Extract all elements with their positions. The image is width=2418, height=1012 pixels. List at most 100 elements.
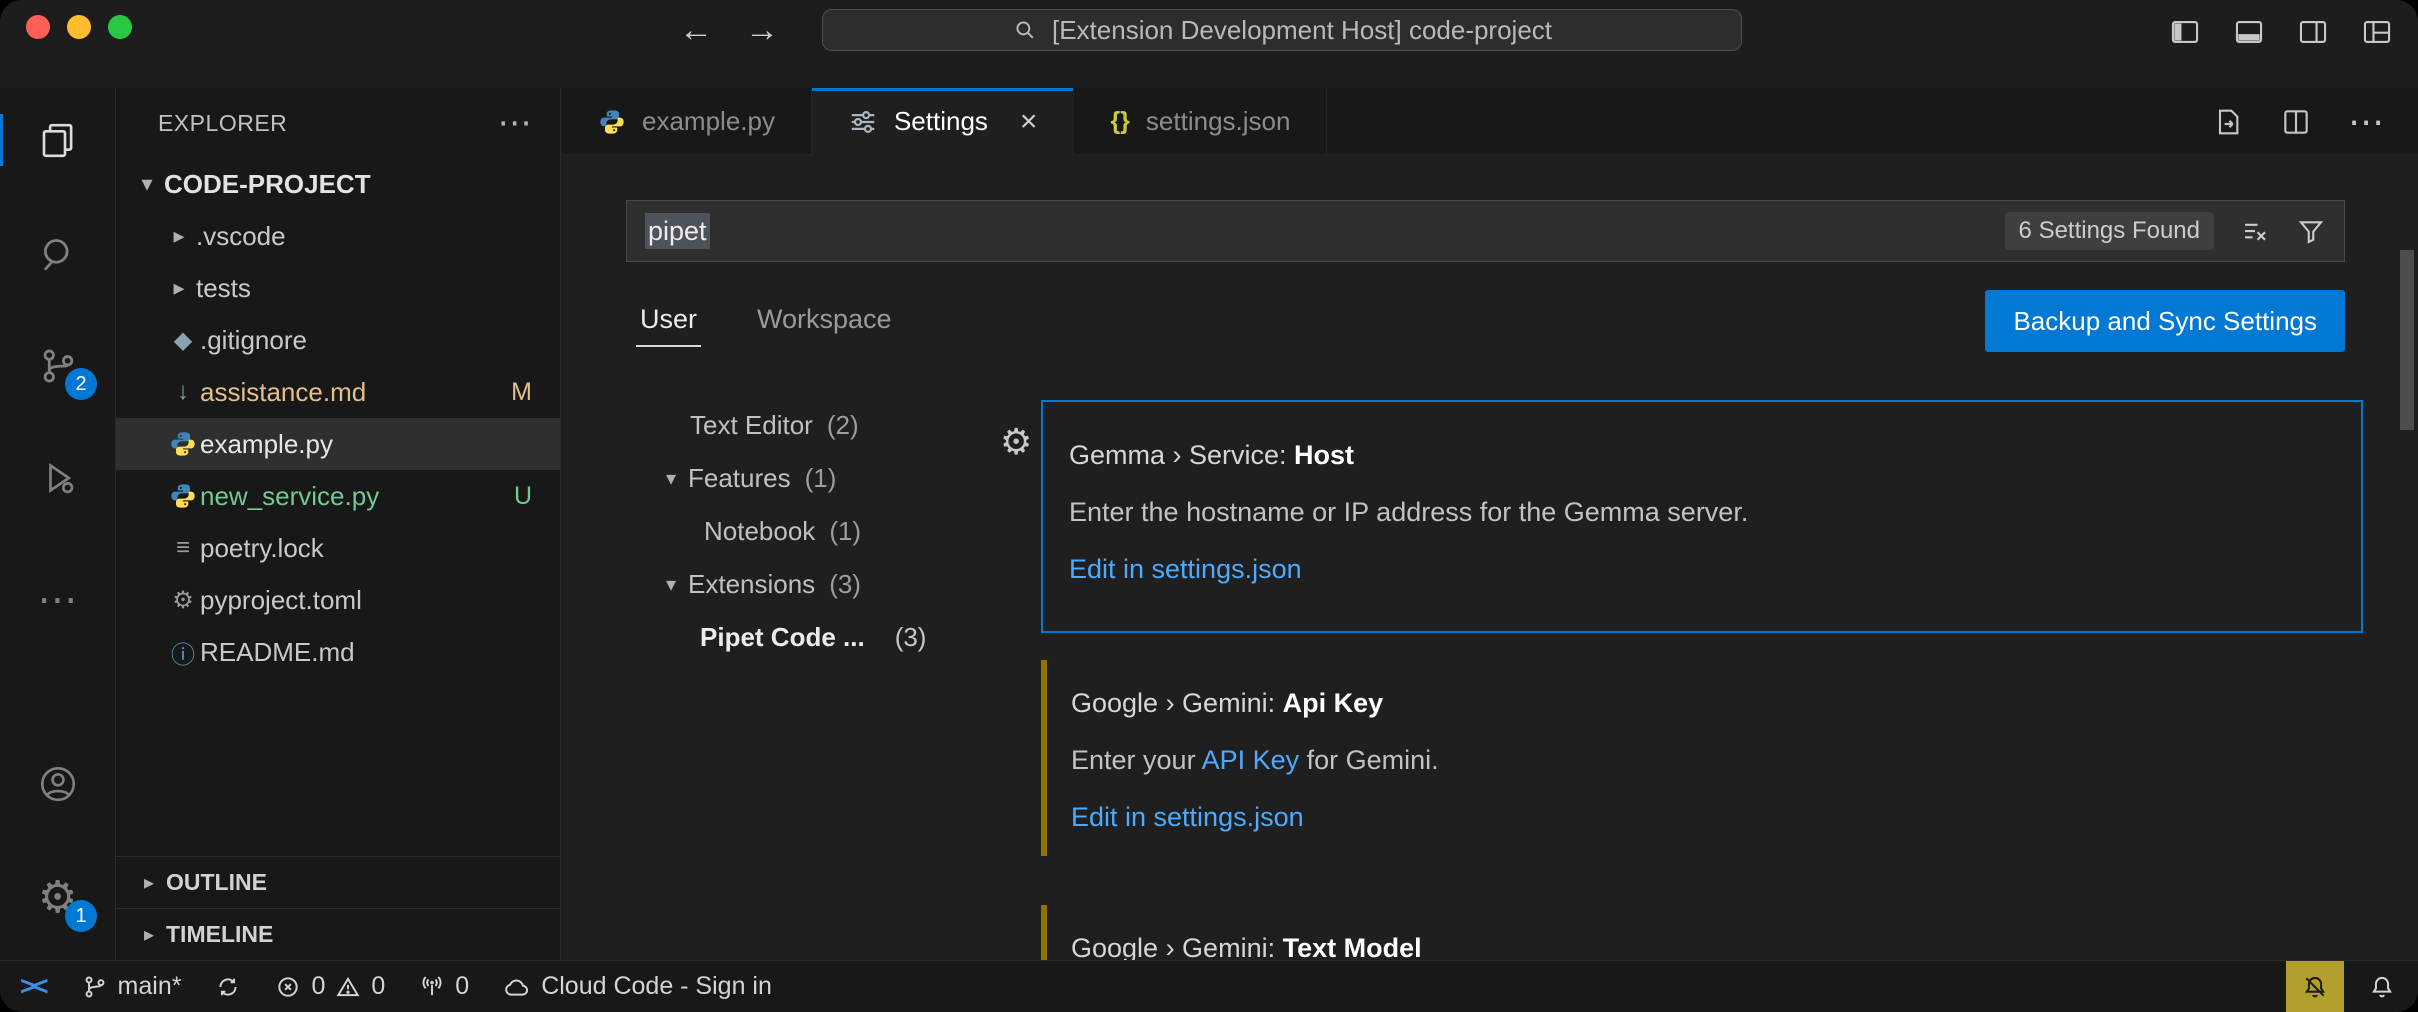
toc-extensions[interactable]: ▾ Extensions (3) xyxy=(626,558,1006,611)
toggle-panel-icon[interactable] xyxy=(2232,15,2266,49)
branch-status-item[interactable]: main* xyxy=(82,972,182,1001)
window-controls xyxy=(26,15,132,39)
ports-status-item[interactable]: 0 xyxy=(419,972,469,1001)
more-actions-icon[interactable]: ⋯ xyxy=(2348,101,2384,143)
forward-button[interactable]: → xyxy=(742,8,782,52)
maximize-window-button[interactable] xyxy=(108,15,132,39)
tree-item-new-service-py[interactable]: new_service.py U xyxy=(116,470,560,522)
customize-layout-icon[interactable] xyxy=(2360,15,2394,49)
chevron-down-icon: ▾ xyxy=(654,572,688,597)
sync-icon xyxy=(215,974,241,1000)
problems-status-item[interactable]: 0 0 xyxy=(275,972,385,1001)
explorer-sidebar: EXPLORER ⋯ ▾ CODE-PROJECT ▸ .vscode ▸ te… xyxy=(116,88,561,960)
tab-settings-json[interactable]: {} settings.json xyxy=(1074,88,1327,155)
tab-settings[interactable]: Settings × xyxy=(812,88,1074,155)
branch-label: main* xyxy=(118,972,182,1001)
open-settings-json-icon[interactable] xyxy=(2212,106,2244,138)
tree-root-code-project[interactable]: ▾ CODE-PROJECT xyxy=(116,158,560,210)
status-bar: >< main* 0 0 0 Cloud Code - Sign in xyxy=(0,960,2418,1012)
split-editor-icon[interactable] xyxy=(2280,106,2312,138)
activity-settings-button[interactable]: ⚙ 1 xyxy=(0,848,115,948)
activity-explorer-button[interactable] xyxy=(0,90,115,190)
editor-group: example.py Settings × {} settings.json ⋯ xyxy=(562,88,2418,960)
explorer-actions-icon[interactable]: ⋯ xyxy=(498,103,533,143)
sidebar-sections: ▸ OUTLINE ▸ TIMELINE xyxy=(116,856,560,960)
tree-item-tests[interactable]: ▸ tests xyxy=(116,262,560,314)
results-count-badge: 6 Settings Found xyxy=(2005,212,2214,250)
tree-item-gitignore[interactable]: ◆ .gitignore xyxy=(116,314,560,366)
bell-slash-icon xyxy=(2301,973,2329,1001)
setting-google-gemini-api-key[interactable]: Google › Gemini: Api Key Enter your API … xyxy=(1041,660,2363,856)
errors-count: 0 xyxy=(311,972,325,1001)
remote-indicator[interactable]: >< xyxy=(14,971,46,1002)
toc-count: (3) xyxy=(895,622,927,653)
chevron-down-icon: ▾ xyxy=(130,171,164,197)
toc-label: Notebook xyxy=(704,516,815,547)
chevron-right-icon: ▸ xyxy=(162,223,196,249)
cloud-code-status-item[interactable]: Cloud Code - Sign in xyxy=(503,972,772,1001)
editor-actions: ⋯ xyxy=(2212,88,2418,155)
setting-google-gemini-text-model[interactable]: Google › Gemini: Text Model xyxy=(1041,905,2363,960)
do-not-disturb-status[interactable] xyxy=(2286,961,2344,1012)
command-center-text: [Extension Development Host] code-projec… xyxy=(1052,15,1552,46)
file-label: assistance.md xyxy=(200,377,366,408)
account-icon xyxy=(37,763,79,805)
sidebar-title: EXPLORER xyxy=(158,110,287,137)
python-icon xyxy=(598,108,626,136)
toc-count: (2) xyxy=(827,410,859,441)
setting-description: Enter the hostname or IP address for the… xyxy=(1069,497,2361,528)
edit-in-settings-json-link[interactable]: Edit in settings.json xyxy=(1071,802,2363,833)
scope-tab-workspace[interactable]: Workspace xyxy=(753,304,896,347)
history-navigation: ← → xyxy=(676,8,782,52)
back-button[interactable]: ← xyxy=(676,8,716,52)
api-key-link[interactable]: API Key xyxy=(1202,745,1300,775)
chevron-right-icon: ▸ xyxy=(132,922,166,947)
command-center[interactable]: [Extension Development Host] code-projec… xyxy=(822,9,1742,51)
scope-tab-user[interactable]: User xyxy=(636,304,701,347)
activity-search-button[interactable] xyxy=(0,204,115,304)
notifications-bell-button[interactable] xyxy=(2360,961,2418,1012)
python-icon xyxy=(166,482,200,510)
activity-more-button[interactable]: ⋯ xyxy=(0,550,115,650)
toc-notebook[interactable]: Notebook (1) xyxy=(626,505,1006,558)
activity-bar: 2 ⋯ ⚙ 1 xyxy=(0,88,116,960)
activity-run-debug-button[interactable] xyxy=(0,428,115,528)
setting-actions-gear-icon[interactable]: ⚙ xyxy=(1000,421,1032,463)
clear-search-icon[interactable] xyxy=(2240,216,2270,246)
setting-title: Google › Gemini: Text Model xyxy=(1071,933,2363,960)
toc-label: Pipet Code ... xyxy=(700,622,865,653)
tree-item-poetry-lock[interactable]: ≡ poetry.lock xyxy=(116,522,560,574)
edit-in-settings-json-link[interactable]: Edit in settings.json xyxy=(1069,554,2361,585)
setting-gemma-service-host[interactable]: Gemma › Service: Host Enter the hostname… xyxy=(1041,400,2363,633)
tree-item-assistance-md[interactable]: ↓ assistance.md M xyxy=(116,366,560,418)
toggle-primary-sidebar-icon[interactable] xyxy=(2168,15,2202,49)
backup-sync-settings-button[interactable]: Backup and Sync Settings xyxy=(1985,290,2345,352)
tree-item-vscode[interactable]: ▸ .vscode xyxy=(116,210,560,262)
markdown-icon: ↓ xyxy=(166,378,200,406)
tree-item-pyproject-toml[interactable]: ⚙ pyproject.toml xyxy=(116,574,560,626)
sync-status-item[interactable] xyxy=(215,974,241,1000)
activity-source-control-button[interactable]: 2 xyxy=(0,316,115,416)
tree-item-example-py[interactable]: example.py xyxy=(116,418,560,470)
outline-section-header[interactable]: ▸ OUTLINE xyxy=(116,856,560,908)
minimize-window-button[interactable] xyxy=(67,15,91,39)
run-and-debug-icon xyxy=(38,458,78,498)
outline-label: OUTLINE xyxy=(166,869,267,896)
close-tab-icon[interactable]: × xyxy=(1020,105,1038,139)
activity-accounts-button[interactable] xyxy=(0,734,115,834)
toc-features[interactable]: ▾ Features (1) xyxy=(626,452,1006,505)
tab-example-py[interactable]: example.py xyxy=(562,88,812,155)
toc-pipet-code[interactable]: Pipet Code ... (3) xyxy=(626,611,1006,664)
toc-text-editor[interactable]: Text Editor (2) xyxy=(626,399,1006,452)
tree-item-readme-md[interactable]: ⓘ README.md xyxy=(116,626,560,678)
toggle-secondary-sidebar-icon[interactable] xyxy=(2296,15,2330,49)
cloud-icon xyxy=(503,973,531,1001)
settings-search-input[interactable]: pipet 6 Settings Found xyxy=(626,200,2345,262)
file-label: README.md xyxy=(200,637,355,668)
timeline-section-header[interactable]: ▸ TIMELINE xyxy=(116,908,560,960)
settings-badge: 1 xyxy=(65,900,97,932)
close-window-button[interactable] xyxy=(26,15,50,39)
filter-funnel-icon[interactable] xyxy=(2296,216,2326,246)
git-branch-icon xyxy=(82,974,108,1000)
settings-scrollbar[interactable] xyxy=(2400,250,2414,430)
